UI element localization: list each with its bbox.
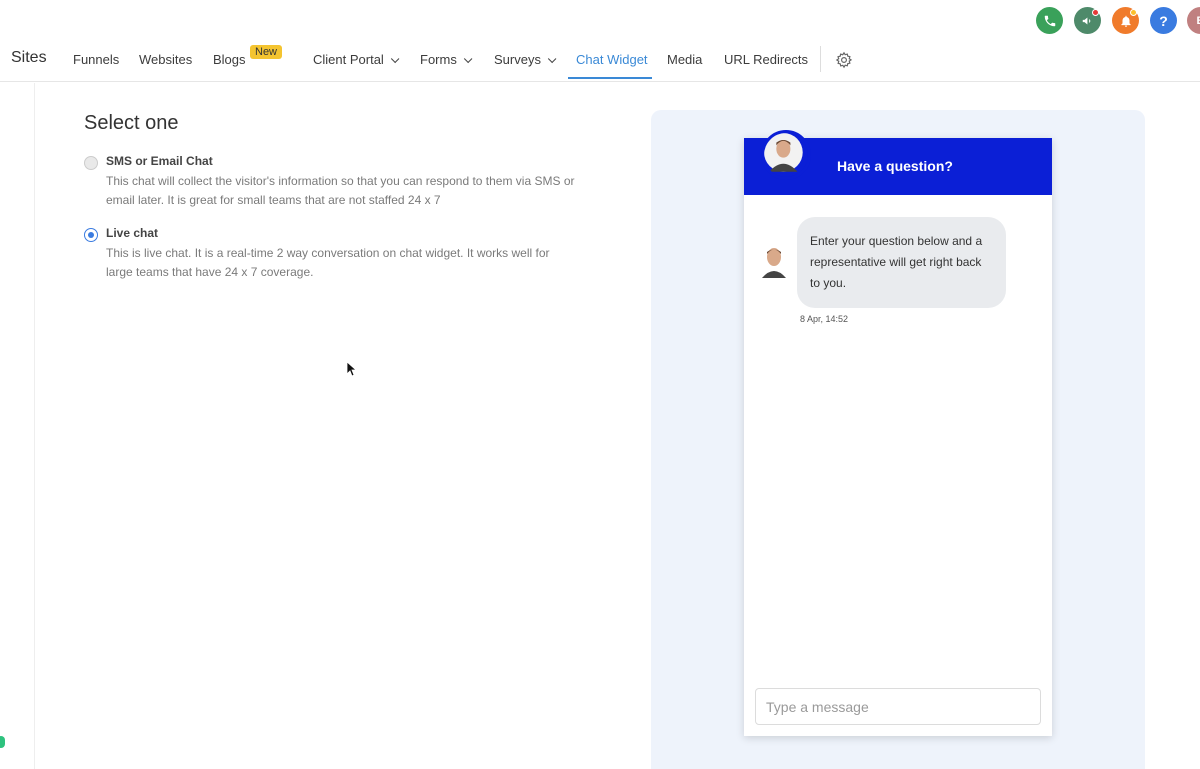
select-heading: Select one (84, 112, 179, 134)
page-title: Sites (11, 49, 47, 66)
sites-nav: Sites Funnels Websites Blogs New Client … (0, 40, 1200, 82)
help-icon[interactable]: ? (1150, 7, 1177, 34)
tab-funnels[interactable]: Funnels (73, 52, 119, 67)
announcement-icon[interactable] (1074, 7, 1101, 34)
tab-websites[interactable]: Websites (139, 52, 192, 67)
tab-surveys[interactable]: Surveys (494, 52, 557, 67)
chevron-down-icon (390, 54, 400, 64)
phone-icon[interactable] (1036, 7, 1063, 34)
radio-live-chat[interactable] (84, 228, 98, 242)
chat-widget-header: Have a question? (744, 130, 1052, 195)
agent-avatar (762, 248, 786, 278)
option-description: This is live chat. It is a real-time 2 w… (106, 246, 550, 279)
tab-blogs[interactable]: Blogs (213, 52, 246, 67)
notification-dot (1092, 9, 1099, 16)
tab-chat-widget[interactable]: Chat Widget (576, 52, 648, 67)
agent-message-bubble: Enter your question below and a represen… (797, 217, 1006, 308)
chevron-down-icon (463, 54, 473, 64)
notification-dot (1130, 9, 1137, 16)
mouse-cursor (347, 362, 357, 377)
tab-url-redirects[interactable]: URL Redirects (724, 52, 808, 67)
top-icon-bar: ? B (0, 0, 1200, 40)
new-badge: New (250, 45, 283, 59)
bell-icon[interactable] (1112, 7, 1139, 34)
message-input[interactable] (755, 688, 1041, 725)
left-gutter (0, 83, 34, 769)
chat-widget-title: Have a question? (837, 158, 953, 174)
agent-avatar (761, 130, 811, 180)
chat-launcher-blip[interactable] (0, 736, 5, 748)
message-timestamp: 8 Apr, 14:52 (800, 314, 849, 324)
user-avatar[interactable]: B (1187, 7, 1200, 34)
chat-widget-preview: Have a question? Enter your question bel… (744, 130, 1052, 736)
option-description: This chat will collect the visitor's inf… (106, 174, 575, 207)
chevron-down-icon (547, 54, 557, 64)
tab-client-portal[interactable]: Client Portal (313, 52, 400, 67)
option-label: SMS or Email Chat (106, 154, 213, 168)
option-label: Live chat (106, 226, 159, 240)
tab-media[interactable]: Media (667, 52, 702, 67)
radio-sms-email-chat[interactable] (84, 156, 98, 170)
nav-divider (820, 46, 821, 72)
active-tab-indicator (568, 77, 652, 79)
tab-forms[interactable]: Forms (420, 52, 473, 67)
gear-icon[interactable] (835, 51, 853, 69)
